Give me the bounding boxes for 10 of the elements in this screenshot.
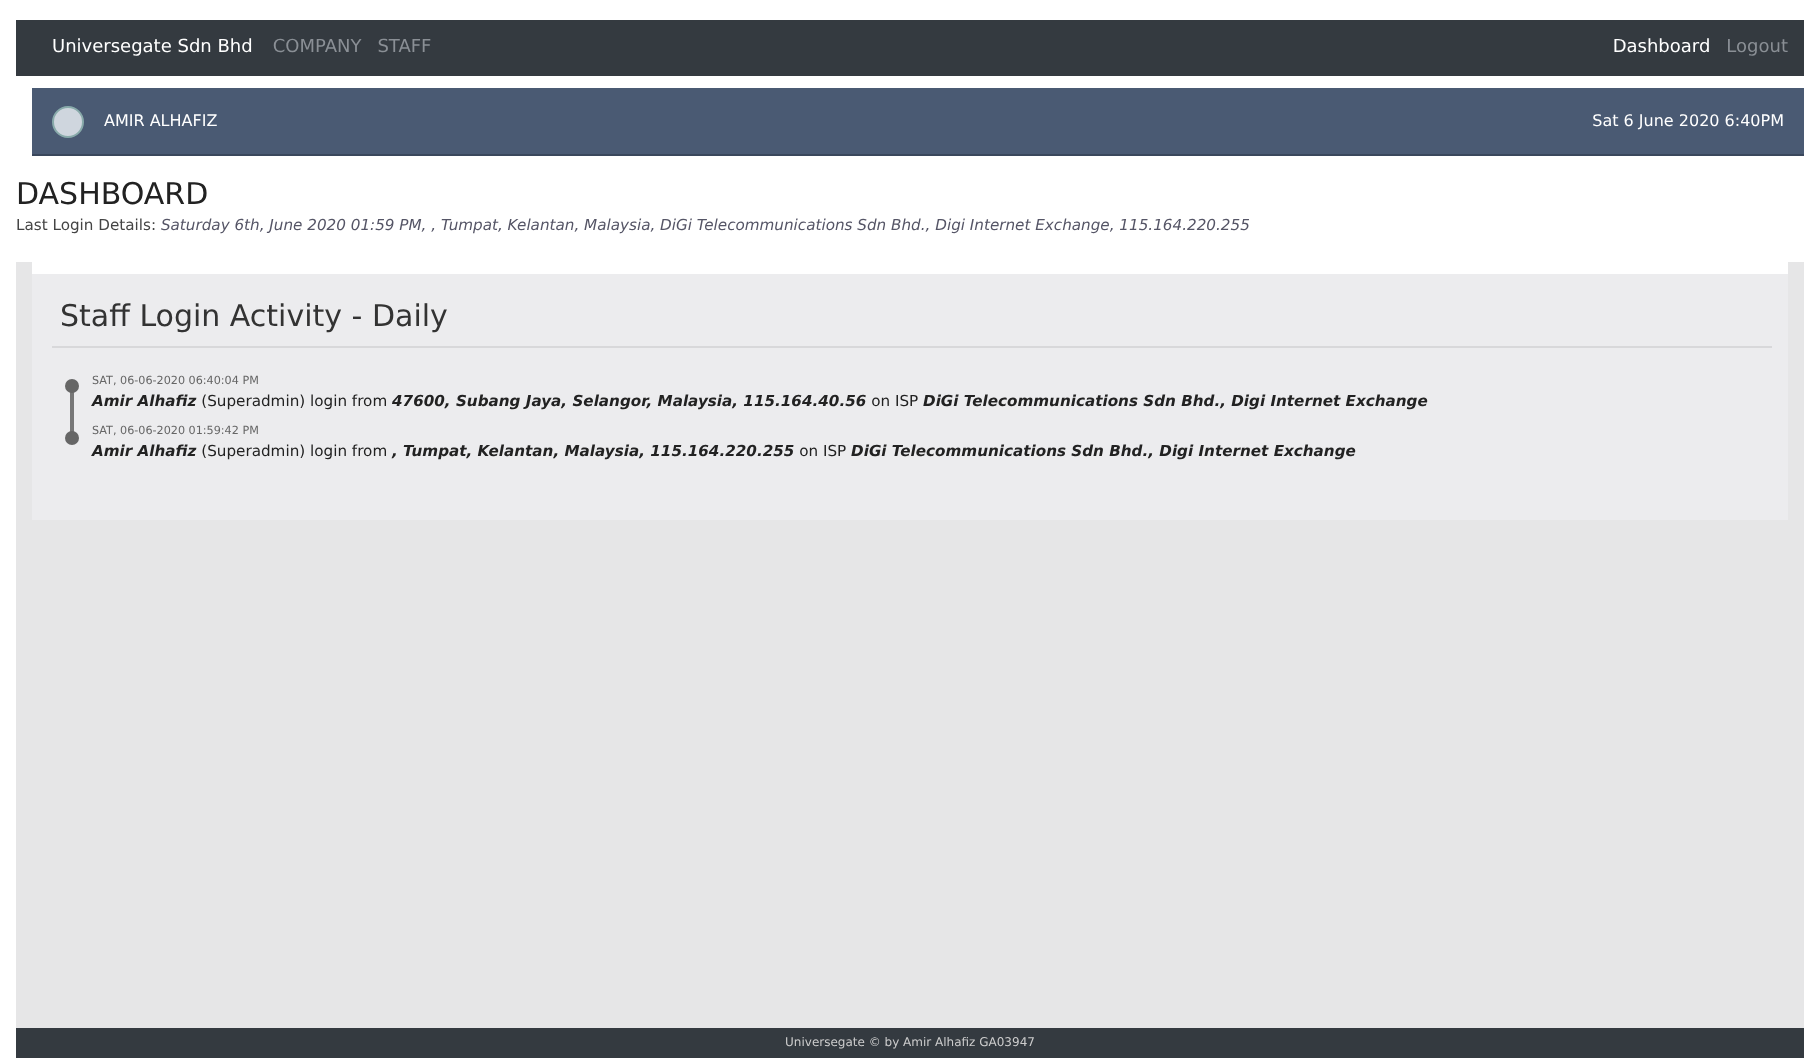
avatar-icon [52,105,84,137]
user-name: AMIR ALHAFIZ [104,112,218,130]
nav-link[interactable]: STAFF [377,38,432,58]
card-title: Staff Login Activity - Daily [52,290,1772,348]
nav-link[interactable]: Dashboard [1612,38,1711,58]
nav-link[interactable]: Logout [1726,38,1788,58]
nav-link[interactable]: COMPANY [272,38,362,58]
brand-link[interactable]: Universegate Sdn Bhd [52,38,253,58]
current-datetime: Sat 6 June 2020 6:40PM [1592,112,1784,130]
page-title: DASHBOARD [16,176,211,212]
